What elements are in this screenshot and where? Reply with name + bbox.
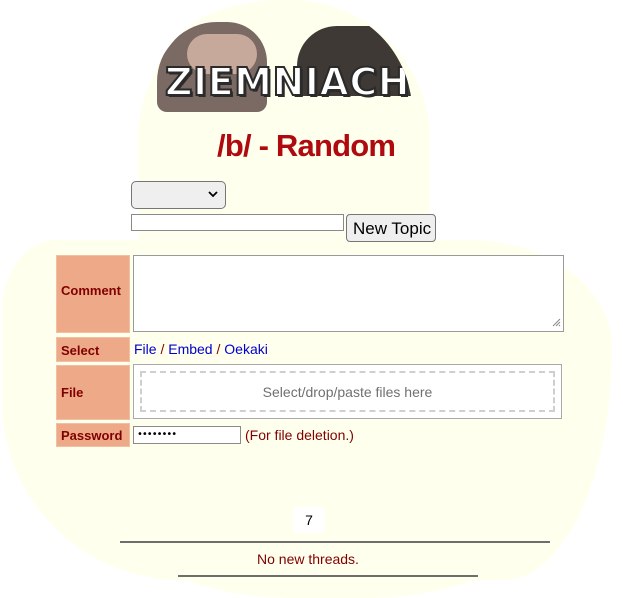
embed-link[interactable]: Embed [168,341,212,357]
new-topic-button[interactable]: New Topic [346,214,436,242]
separator: / [212,341,225,357]
separator: / [156,341,169,357]
file-dropzone[interactable]: Select/drop/paste files here [140,371,555,412]
chevron-down-icon [208,187,218,202]
divider [120,541,550,543]
select-label: Select [56,337,130,362]
background-shape [110,480,550,598]
banner-text: ZIEMNIACHA [164,59,412,105]
page-number[interactable]: 7 [293,507,325,533]
file-link[interactable]: File [134,341,157,357]
no-new-threads-message: No new threads. [257,551,359,567]
resize-handle-icon[interactable] [551,317,561,330]
page-title: /b/ - Random [217,128,396,163]
board-select[interactable] [131,181,226,209]
divider [178,575,478,577]
subject-input[interactable] [131,214,344,231]
file-upload-box[interactable]: Select/drop/paste files here [133,364,562,419]
board-banner[interactable]: ZIEMNIACHA [147,4,412,112]
password-field[interactable]: •••••••• [133,426,241,444]
dropzone-text: Select/drop/paste files here [262,383,433,400]
oekaki-link[interactable]: Oekaki [224,341,268,357]
password-note: (For file deletion.) [245,427,354,443]
comment-label: Comment [56,255,130,333]
file-label: File [56,365,130,420]
password-label: Password [56,423,130,447]
embed-links: File / Embed / Oekaki [134,341,268,357]
comment-textarea[interactable] [133,255,564,332]
